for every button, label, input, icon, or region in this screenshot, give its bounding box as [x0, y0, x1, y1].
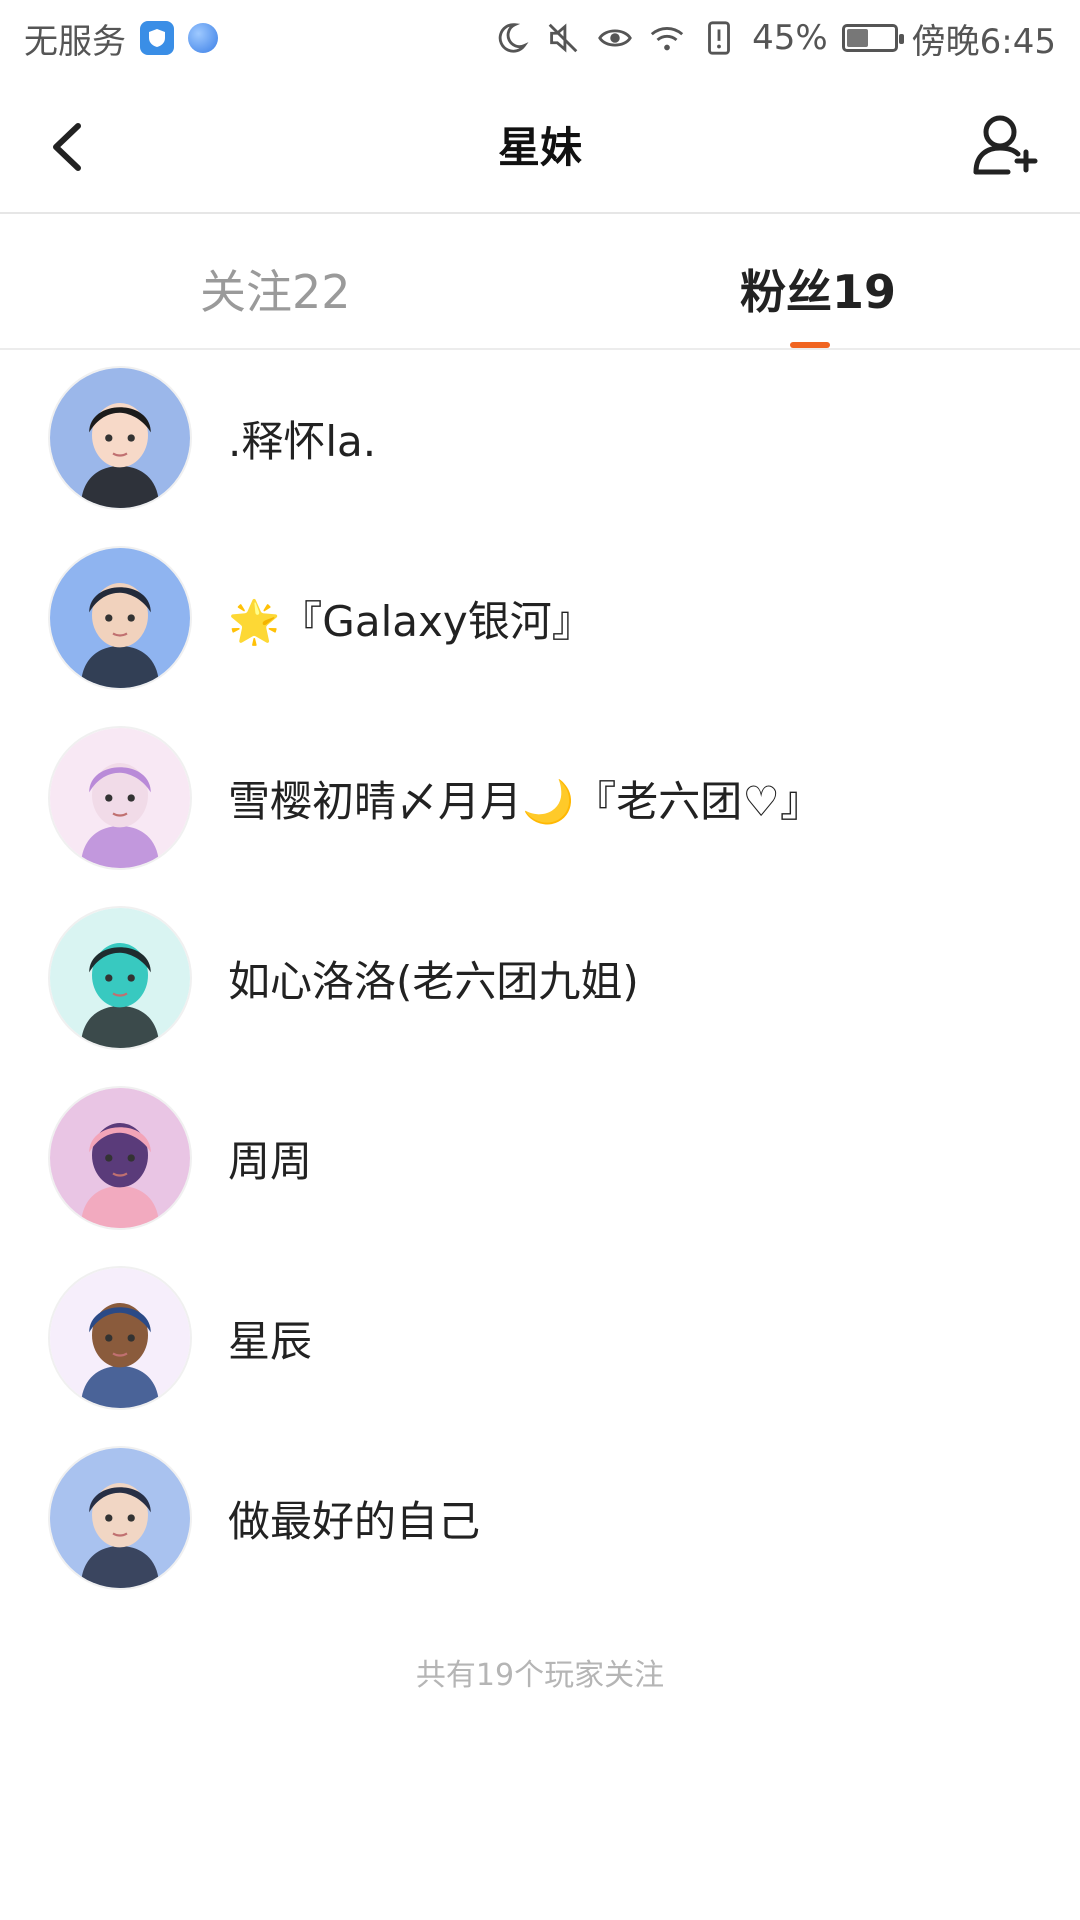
browser-icon [188, 23, 218, 53]
follower-name: 雪樱初晴〆月月🌙『老六团♡』 [228, 777, 822, 826]
list-item[interactable]: 雪樱初晴〆月月🌙『老六团♡』 [0, 710, 1080, 890]
avatar-image [50, 548, 190, 688]
page-title: 星妹 [497, 123, 582, 172]
follower-name: 星辰 [228, 1317, 313, 1366]
follower-list: .释怀la. 🌟『Galaxy银河』 雪樱初晴〆月月🌙『老六团♡』 如心洛洛(老… [0, 350, 1080, 1610]
status-right: 45% 傍晚6:45 [492, 14, 1056, 63]
tab-bar: 关注22 粉丝19 [0, 214, 1080, 350]
tab-following[interactable]: 关注22 [200, 256, 351, 322]
follower-count-note: 共有19个玩家关注 [415, 1658, 665, 1693]
list-item[interactable]: .释怀la. [0, 350, 1080, 530]
wifi-icon [650, 27, 684, 51]
avatar[interactable] [48, 906, 192, 1050]
avatar-image [50, 728, 190, 868]
list-item[interactable]: 做最好的自己 [0, 1430, 1080, 1610]
list-item[interactable]: 🌟『Galaxy银河』 [0, 530, 1080, 710]
add-friend-button[interactable] [968, 108, 1044, 184]
avatar[interactable] [48, 1086, 192, 1230]
active-tab-indicator [790, 342, 830, 348]
avatar[interactable] [48, 546, 192, 690]
eye-icon [598, 29, 632, 47]
avatar-image [50, 908, 190, 1048]
follower-name: 🌟『Galaxy银河』 [228, 597, 594, 646]
shield-icon [140, 21, 174, 55]
sim-alert-icon [708, 21, 730, 55]
avatar[interactable] [48, 726, 192, 870]
list-item[interactable]: 星辰 [0, 1250, 1080, 1430]
clock: 傍晚6:45 [911, 21, 1056, 62]
mute-icon [548, 23, 578, 53]
status-left: 无服务 [24, 14, 218, 63]
avatar-image [50, 1448, 190, 1588]
battery-percent: 45% [752, 18, 828, 58]
avatar-image [50, 368, 190, 508]
follower-name: 如心洛洛(老六团九姐) [228, 957, 639, 1006]
avatar-image [50, 1088, 190, 1228]
avatar[interactable] [48, 1266, 192, 1410]
header: 星妹 [0, 76, 1080, 214]
tab-followers[interactable]: 粉丝19 [740, 256, 896, 322]
follower-name: 周周 [228, 1137, 313, 1186]
list-item[interactable]: 周周 [0, 1070, 1080, 1250]
follower-name: 做最好的自己 [228, 1497, 481, 1546]
moon-icon [498, 23, 529, 53]
avatar[interactable] [48, 366, 192, 510]
battery-icon [841, 24, 904, 52]
list-item[interactable]: 如心洛洛(老六团九姐) [0, 890, 1080, 1070]
add-user-icon [973, 115, 1038, 175]
avatar-image [50, 1268, 190, 1408]
carrier-label: 无服务 [24, 21, 126, 62]
avatar[interactable] [48, 1446, 192, 1590]
follower-name: .释怀la. [228, 417, 377, 466]
status-bar: 无服务 45% 傍晚6:45 [0, 0, 1080, 76]
